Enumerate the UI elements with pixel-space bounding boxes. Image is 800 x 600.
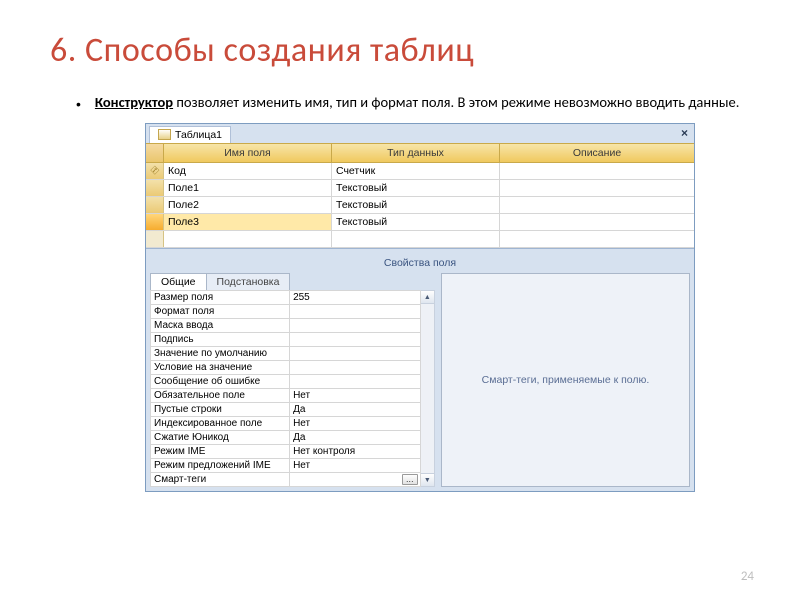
col-data-type[interactable]: Тип данных (332, 144, 500, 162)
row-header[interactable] (146, 197, 164, 213)
prop-label: Подпись (151, 332, 290, 346)
cell-type[interactable]: Счетчик (332, 163, 500, 179)
row-header[interactable] (146, 231, 164, 247)
prop-label: Значение по умолчанию (151, 346, 290, 360)
cell-name[interactable] (164, 231, 332, 247)
builder-button[interactable]: … (402, 474, 418, 485)
cell-type[interactable]: Текстовый (332, 214, 500, 230)
scroll-up-icon[interactable]: ▲ (421, 291, 434, 304)
slide-title: 6. Способы создания таблиц (50, 30, 750, 71)
field-row[interactable]: ⚿ Код Счетчик (146, 163, 694, 180)
tab-label: Таблица1 (175, 129, 222, 141)
cell-name[interactable]: Код (164, 163, 332, 179)
properties-scrollbar[interactable]: ▲ ▼ (421, 290, 435, 487)
prop-value[interactable]: Нет контроля (290, 444, 421, 458)
prop-row[interactable]: Обязательное полеНет (151, 388, 421, 402)
prop-value[interactable] (290, 374, 421, 388)
bullet-lead: Конструктор (95, 93, 173, 111)
prop-row[interactable]: Условие на значение (151, 360, 421, 374)
cell-desc[interactable] (500, 231, 694, 247)
prop-label: Индексированное поле (151, 416, 290, 430)
cell-desc[interactable] (500, 180, 694, 196)
primary-key-icon: ⚿ (148, 164, 161, 177)
page-number: 24 (741, 569, 754, 584)
table-icon (158, 129, 171, 140)
field-row[interactable]: Поле1 Текстовый (146, 180, 694, 197)
cell-desc[interactable] (500, 197, 694, 213)
cell-name[interactable]: Поле2 (164, 197, 332, 213)
prop-row[interactable]: Сжатие ЮникодДа (151, 430, 421, 444)
prop-label: Формат поля (151, 304, 290, 318)
prop-label: Пустые строки (151, 402, 290, 416)
prop-label: Условие на значение (151, 360, 290, 374)
prop-label: Сообщение об ошибке (151, 374, 290, 388)
prop-row[interactable]: Сообщение об ошибке (151, 374, 421, 388)
prop-value[interactable] (290, 360, 421, 374)
row-header[interactable] (146, 180, 164, 196)
cell-name[interactable]: Поле3 (164, 214, 332, 230)
prop-label: Сжатие Юникод (151, 430, 290, 444)
bullet-icon: • (76, 93, 81, 113)
cell-type[interactable] (332, 231, 500, 247)
prop-row[interactable]: Режим предложений IMEНет (151, 458, 421, 472)
prop-row[interactable]: Индексированное полеНет (151, 416, 421, 430)
hint-panel: Смарт-теги, применяемые к полю. (441, 273, 690, 487)
prop-label: Режим предложений IME (151, 458, 290, 472)
prop-value[interactable] (290, 304, 421, 318)
prop-row[interactable]: Пустые строкиДа (151, 402, 421, 416)
access-window: Таблица1 × Имя поля Тип данных Описание … (145, 123, 695, 492)
prop-value[interactable]: Да (290, 402, 421, 416)
bullet-rest: позволяет изменить имя, тип и формат пол… (173, 93, 739, 111)
grid-header: Имя поля Тип данных Описание (146, 143, 694, 163)
prop-value[interactable]: Нет (290, 458, 421, 472)
cell-name[interactable]: Поле1 (164, 180, 332, 196)
cell-type[interactable]: Текстовый (332, 197, 500, 213)
prop-row[interactable]: Формат поля (151, 304, 421, 318)
field-row[interactable]: Поле2 Текстовый (146, 197, 694, 214)
col-field-name[interactable]: Имя поля (164, 144, 332, 162)
prop-value[interactable] (290, 332, 421, 346)
field-row[interactable]: Поле3 Текстовый (146, 214, 694, 231)
prop-value[interactable]: 255 (290, 290, 421, 304)
prop-value[interactable]: Да (290, 430, 421, 444)
cell-desc[interactable] (500, 163, 694, 179)
col-description[interactable]: Описание (500, 144, 694, 162)
properties-panel: Общие Подстановка Размер поля255 Формат … (150, 273, 435, 487)
prop-label: Размер поля (151, 290, 290, 304)
row-header[interactable]: ⚿ (146, 163, 164, 179)
prop-label: Маска ввода (151, 318, 290, 332)
field-properties-title: Свойства поля (146, 253, 694, 273)
prop-row[interactable]: Смарт-теги … (151, 472, 421, 486)
prop-row[interactable]: Маска ввода (151, 318, 421, 332)
bullet-text: Конструктор позволяет изменить имя, тип … (95, 93, 740, 113)
prop-label: Режим IME (151, 444, 290, 458)
field-grid: ⚿ Код Счетчик Поле1 Текстовый Поле2 Текс… (146, 163, 694, 248)
field-row-empty[interactable] (146, 231, 694, 248)
prop-row[interactable]: Значение по умолчанию (151, 346, 421, 360)
select-all-corner[interactable] (146, 144, 164, 162)
prop-value[interactable] (290, 318, 421, 332)
prop-value[interactable]: Нет (290, 388, 421, 402)
prop-label: Смарт-теги (151, 472, 290, 486)
cell-desc[interactable] (500, 214, 694, 230)
tab-general[interactable]: Общие (150, 273, 207, 290)
prop-row[interactable]: Подпись (151, 332, 421, 346)
prop-value[interactable]: Нет (290, 416, 421, 430)
row-header[interactable] (146, 214, 164, 230)
prop-row[interactable]: Размер поля255 (151, 290, 421, 304)
prop-label: Обязательное поле (151, 388, 290, 402)
hint-text: Смарт-теги, применяемые к полю. (482, 374, 650, 386)
document-tab[interactable]: Таблица1 (149, 126, 231, 143)
scroll-down-icon[interactable]: ▼ (421, 473, 434, 486)
prop-value[interactable] (290, 346, 421, 360)
prop-value[interactable]: … (290, 472, 421, 486)
properties-grid: Размер поля255 Формат поля Маска ввода П… (150, 290, 421, 487)
document-tab-bar: Таблица1 × (146, 124, 694, 143)
tab-lookup[interactable]: Подстановка (206, 273, 291, 290)
close-icon[interactable]: × (681, 124, 694, 143)
prop-row[interactable]: Режим IMEНет контроля (151, 444, 421, 458)
cell-type[interactable]: Текстовый (332, 180, 500, 196)
scroll-track[interactable] (421, 304, 434, 473)
